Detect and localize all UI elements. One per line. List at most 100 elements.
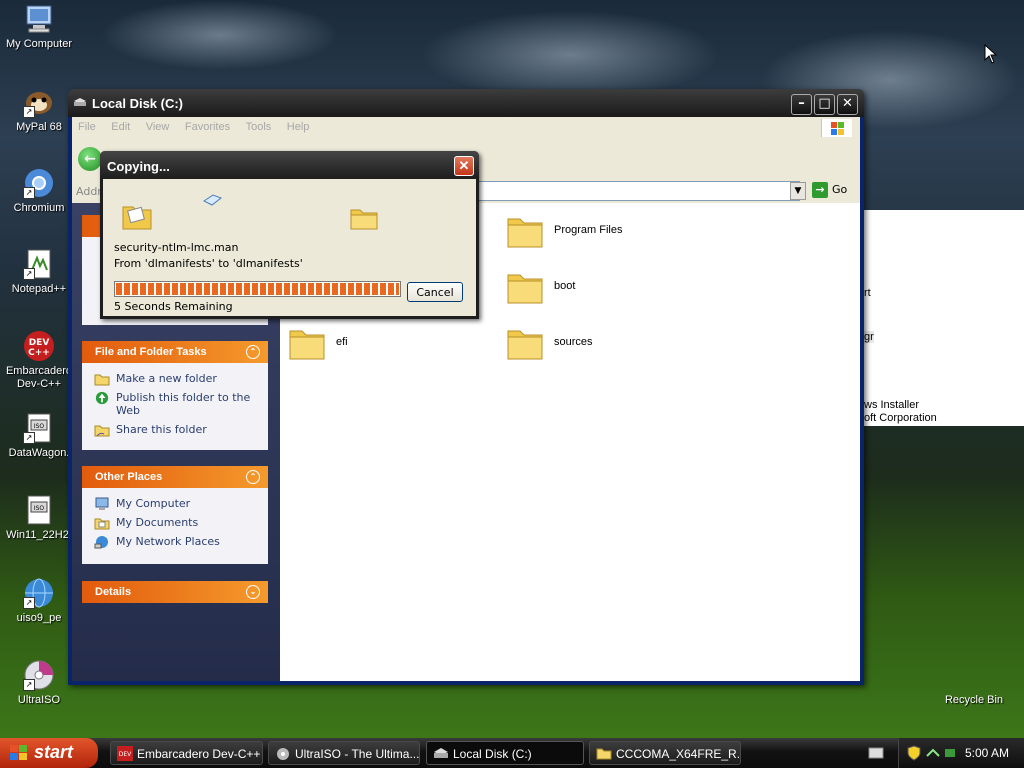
menu-help[interactable]: Help <box>281 117 316 133</box>
taskbar-button-ultraiso[interactable]: UltraISO - The Ultima... <box>268 741 420 765</box>
desktop-icon-ultraiso[interactable]: ↗ UltraISO <box>0 659 78 707</box>
menu-file[interactable]: File <box>72 117 102 133</box>
task-share-folder[interactable]: Share this folder <box>82 420 268 439</box>
address-dropdown-button[interactable]: ▼ <box>790 182 806 200</box>
go-arrow-icon: → <box>812 182 828 198</box>
copy-dialog-titlebar[interactable]: Copying... ✕ <box>100 151 479 179</box>
menu-view[interactable]: View <box>140 117 176 133</box>
close-button[interactable]: ✕ <box>454 156 474 176</box>
desktop-icon-recycle-bin[interactable]: Recycle Bin <box>935 694 1013 707</box>
desktop-icon-win11[interactable]: ISO Win11_22H2. <box>0 494 78 542</box>
svg-text:C++: C++ <box>28 348 50 358</box>
file-folder-tasks-header[interactable]: File and Folder Tasks ⌃ <box>82 341 268 363</box>
taskbar: start DEV Embarcadero Dev-C++ UltraISO -… <box>0 738 1024 768</box>
details-box: Details ⌄ <box>82 581 268 603</box>
folder-name: sources <box>554 336 593 348</box>
place-label: My Documents <box>116 516 199 529</box>
minimize-button[interactable]: – <box>791 94 812 115</box>
desktop-icon-label: Embarcadero Dev-C++ <box>5 365 73 390</box>
desktop-icon-mypal[interactable]: ↗ MyPal 68 <box>0 86 78 134</box>
security-shield-icon[interactable] <box>907 745 921 761</box>
taskbar-button-devcpp[interactable]: DEV Embarcadero Dev-C++ <box>110 741 263 765</box>
folder-sources[interactable]: sources <box>506 325 706 365</box>
desktop-icon-label: UltraISO <box>17 694 61 706</box>
notepadpp-icon: ↗ <box>23 248 55 280</box>
background-window-text: oft Corporation <box>864 412 937 424</box>
devcpp-small-icon: DEV <box>117 746 133 761</box>
back-button[interactable]: ← <box>78 147 102 171</box>
new-folder-icon <box>94 374 110 386</box>
menu-favorites[interactable]: Favorites <box>179 117 236 133</box>
task-publish-folder[interactable]: Publish this folder to the Web <box>82 388 268 420</box>
start-button[interactable]: start <box>0 738 98 768</box>
copy-progress-bar <box>114 281 401 297</box>
desktop-icon-notepadpp[interactable]: ↗ Notepad++ <box>0 248 78 296</box>
place-my-documents[interactable]: My Documents <box>82 513 268 532</box>
other-places-header[interactable]: Other Places ⌃ <box>82 466 268 488</box>
taskbar-button-label: UltraISO - The Ultima... <box>295 747 420 761</box>
folder-icon <box>507 218 543 248</box>
desktop-icon-label: Notepad++ <box>11 283 67 295</box>
taskbar-button-label: CCCOMA_X64FRE_R... <box>616 747 741 761</box>
copy-progress-fill <box>116 283 399 295</box>
safely-remove-icon[interactable] <box>943 746 957 760</box>
place-my-network-places[interactable]: My Network Places <box>82 532 268 551</box>
desktop-icon-devcpp[interactable]: DEV C++ Embarcadero Dev-C++ <box>0 330 78 391</box>
explorer-titlebar[interactable]: Local Disk (C:) – □ ✕ <box>68 89 864 117</box>
shortcut-arrow-icon: ↗ <box>23 679 35 691</box>
start-label: start <box>34 742 74 762</box>
taskbar-button-cccoma[interactable]: CCCOMA_X64FRE_R... <box>589 741 741 765</box>
windows-logo-icon <box>10 745 27 760</box>
task-label: Publish this folder to the Web <box>116 391 251 417</box>
desktop-icon-datawagon[interactable]: ISO ↗ DataWagon. <box>0 412 78 460</box>
folder-name: efi <box>336 336 348 348</box>
desktop-icon-uiso9[interactable]: ↗ uiso9_pe <box>0 577 78 625</box>
folder-small-icon <box>596 748 612 760</box>
close-button[interactable]: ✕ <box>837 94 858 115</box>
wallpaper-cloud <box>100 0 340 70</box>
folder-icon <box>507 274 543 304</box>
flying-paper-icon <box>203 194 223 206</box>
place-my-computer[interactable]: My Computer <box>82 494 268 513</box>
clock: 5:00 AM <box>964 746 1009 760</box>
folder-efi[interactable]: efi <box>288 325 488 365</box>
background-window-text: gr <box>864 331 874 343</box>
other-places-title: Other Places <box>95 471 163 483</box>
desktop-icon-chromium[interactable]: ↗ Chromium <box>0 167 78 215</box>
ultraiso-small-icon <box>277 748 289 760</box>
source-folder-icon <box>122 206 152 230</box>
collapse-chevron-icon[interactable]: ⌃ <box>246 345 260 359</box>
maximize-button[interactable]: □ <box>814 94 835 115</box>
desktop-icon-label: DataWagon. <box>8 447 70 459</box>
menu-bar: File Edit View Favorites Tools Help <box>72 117 860 140</box>
taskbar-button-local-disk[interactable]: Local Disk (C:) <box>426 741 584 765</box>
drive-small-icon <box>434 748 448 758</box>
place-label: My Computer <box>116 497 191 510</box>
background-window-text: ws Installer <box>864 399 920 411</box>
desktop-icon-my-computer[interactable]: My Computer <box>0 3 78 51</box>
expand-chevron-icon[interactable]: ⌄ <box>246 585 260 599</box>
chromium-icon: ↗ <box>23 167 55 199</box>
wallpaper-cloud <box>420 10 720 100</box>
task-make-new-folder[interactable]: Make a new folder <box>82 369 268 388</box>
keyboard-icon[interactable] <box>868 747 884 759</box>
network-places-icon <box>94 536 108 549</box>
collapse-chevron-icon[interactable]: ⌃ <box>246 470 260 484</box>
menu-tools[interactable]: Tools <box>240 117 278 133</box>
folder-program-files[interactable]: Program Files <box>506 213 706 253</box>
copy-dialog: Copying... ✕ security-ntlm-lmc.man From … <box>100 151 479 319</box>
disc-image-file-icon: ISO ↗ <box>23 412 55 444</box>
details-header[interactable]: Details ⌄ <box>82 581 268 603</box>
folder-boot[interactable]: boot <box>506 269 706 309</box>
network-icon[interactable] <box>925 746 941 760</box>
desktop-icon-label: uiso9_pe <box>16 612 62 624</box>
task-label: Share this folder <box>116 423 207 436</box>
svg-text:ISO: ISO <box>34 423 45 430</box>
my-computer-small-icon <box>95 497 109 510</box>
cancel-button[interactable]: Cancel <box>407 282 463 302</box>
menu-edit[interactable]: Edit <box>105 117 136 133</box>
background-window: rt gr ws Installer oft Corporation <box>864 210 1024 426</box>
desktop-icon-label: Recycle Bin <box>944 694 1004 706</box>
copy-dialog-title: Copying... <box>107 159 170 174</box>
go-button[interactable]: → Go <box>812 182 858 200</box>
